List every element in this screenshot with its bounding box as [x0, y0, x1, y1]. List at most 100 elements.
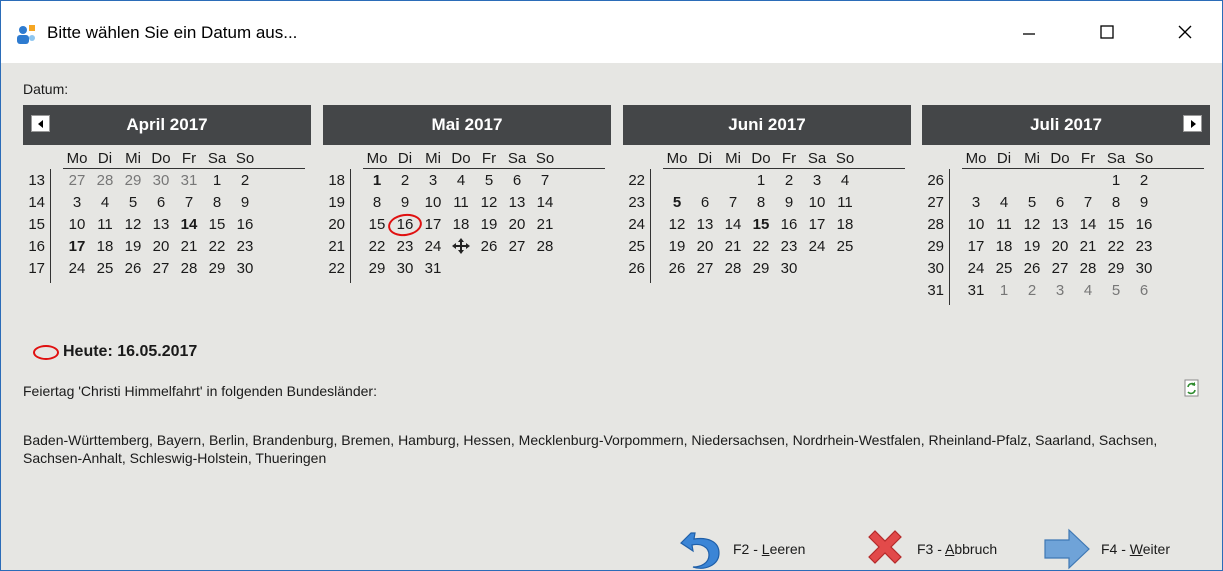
- day-cell[interactable]: 11: [91, 215, 119, 235]
- day-cell[interactable]: 10: [63, 215, 91, 235]
- day-cell[interactable]: 2: [231, 171, 259, 191]
- minimize-button[interactable]: [1006, 1, 1052, 63]
- day-cell[interactable]: 29: [1102, 259, 1130, 279]
- day-cell[interactable]: 12: [119, 215, 147, 235]
- day-cell[interactable]: 22: [363, 237, 391, 257]
- day-cell[interactable]: 14: [719, 215, 747, 235]
- day-cell[interactable]: 1: [363, 171, 391, 191]
- day-cell[interactable]: 31: [175, 171, 203, 191]
- day-cell[interactable]: 9: [775, 193, 803, 213]
- day-cell[interactable]: 26: [1018, 259, 1046, 279]
- day-cell[interactable]: 30: [231, 259, 259, 279]
- day-cell[interactable]: 15: [747, 215, 775, 235]
- day-cell[interactable]: 27: [63, 171, 91, 191]
- day-cell[interactable]: 12: [663, 215, 691, 235]
- day-cell[interactable]: 31: [419, 259, 447, 279]
- day-cell[interactable]: 22: [747, 237, 775, 257]
- day-cell[interactable]: [447, 237, 475, 261]
- day-cell[interactable]: 20: [1046, 237, 1074, 257]
- day-cell[interactable]: 2: [1130, 171, 1158, 191]
- day-cell[interactable]: 16: [231, 215, 259, 235]
- day-cell[interactable]: 19: [1018, 237, 1046, 257]
- day-cell[interactable]: 4: [91, 193, 119, 213]
- day-cell[interactable]: 13: [691, 215, 719, 235]
- day-cell[interactable]: 2: [775, 171, 803, 191]
- day-cell[interactable]: 30: [775, 259, 803, 279]
- day-cell[interactable]: 7: [1074, 193, 1102, 213]
- day-cell[interactable]: 27: [147, 259, 175, 279]
- day-cell[interactable]: 28: [1074, 259, 1102, 279]
- maximize-button[interactable]: [1084, 1, 1130, 63]
- day-cell[interactable]: 25: [990, 259, 1018, 279]
- day-cell[interactable]: 6: [503, 171, 531, 191]
- day-cell[interactable]: 19: [119, 237, 147, 257]
- day-cell[interactable]: 4: [831, 171, 859, 191]
- day-cell[interactable]: 18: [990, 237, 1018, 257]
- day-cell[interactable]: 7: [175, 193, 203, 213]
- day-cell[interactable]: 28: [719, 259, 747, 279]
- day-cell[interactable]: 5: [475, 171, 503, 191]
- day-cell[interactable]: 9: [231, 193, 259, 213]
- day-cell[interactable]: 5: [1102, 281, 1130, 301]
- next-button[interactable]: F4 - Weiter: [1041, 525, 1170, 570]
- day-cell[interactable]: 3: [419, 171, 447, 191]
- day-cell[interactable]: 24: [962, 259, 990, 279]
- day-cell[interactable]: 17: [63, 237, 91, 257]
- day-cell[interactable]: 11: [831, 193, 859, 213]
- day-cell[interactable]: 6: [691, 193, 719, 213]
- day-cell[interactable]: 13: [1046, 215, 1074, 235]
- day-cell[interactable]: 21: [175, 237, 203, 257]
- day-cell[interactable]: 27: [503, 237, 531, 257]
- day-cell[interactable]: 1: [990, 281, 1018, 301]
- day-cell[interactable]: 4: [447, 171, 475, 191]
- day-cell[interactable]: 28: [531, 237, 559, 257]
- day-cell[interactable]: 15: [203, 215, 231, 235]
- day-cell[interactable]: 11: [990, 215, 1018, 235]
- title-bar[interactable]: Bitte wählen Sie ein Datum aus...: [1, 1, 1222, 63]
- day-cell[interactable]: 27: [691, 259, 719, 279]
- day-cell[interactable]: 8: [1102, 193, 1130, 213]
- day-cell[interactable]: 23: [391, 237, 419, 257]
- day-cell[interactable]: 29: [203, 259, 231, 279]
- day-cell-today[interactable]: 16: [386, 211, 424, 239]
- day-cell[interactable]: 12: [1018, 215, 1046, 235]
- day-cell[interactable]: 28: [91, 171, 119, 191]
- day-cell[interactable]: 20: [503, 215, 531, 235]
- day-cell[interactable]: 7: [719, 193, 747, 213]
- day-cell[interactable]: 24: [63, 259, 91, 279]
- day-cell[interactable]: 12: [475, 193, 503, 213]
- day-cell[interactable]: 7: [531, 171, 559, 191]
- day-cell[interactable]: 24: [803, 237, 831, 257]
- day-cell[interactable]: 30: [147, 171, 175, 191]
- day-cell[interactable]: 14: [531, 193, 559, 213]
- day-cell[interactable]: 26: [119, 259, 147, 279]
- day-cell[interactable]: 2: [1018, 281, 1046, 301]
- day-cell[interactable]: 3: [63, 193, 91, 213]
- day-cell[interactable]: 6: [1046, 193, 1074, 213]
- refresh-icon[interactable]: [1184, 379, 1200, 397]
- day-cell[interactable]: 28: [175, 259, 203, 279]
- day-cell[interactable]: 6: [147, 193, 175, 213]
- day-cell[interactable]: 8: [363, 193, 391, 213]
- day-cell[interactable]: 17: [962, 237, 990, 257]
- day-cell[interactable]: 6: [1130, 281, 1158, 301]
- day-cell[interactable]: 18: [91, 237, 119, 257]
- day-cell[interactable]: 10: [803, 193, 831, 213]
- day-cell[interactable]: 10: [962, 215, 990, 235]
- day-cell[interactable]: 15: [1102, 215, 1130, 235]
- day-cell[interactable]: 30: [391, 259, 419, 279]
- day-cell[interactable]: 4: [1074, 281, 1102, 301]
- day-cell[interactable]: 5: [1018, 193, 1046, 213]
- day-cell[interactable]: 23: [1130, 237, 1158, 257]
- cancel-button[interactable]: F3 - Abbruch: [861, 525, 997, 570]
- day-cell[interactable]: 16: [775, 215, 803, 235]
- day-cell[interactable]: 3: [962, 193, 990, 213]
- day-cell[interactable]: 4: [990, 193, 1018, 213]
- day-cell[interactable]: 10: [419, 193, 447, 213]
- day-cell[interactable]: 9: [391, 193, 419, 213]
- day-cell[interactable]: 18: [447, 215, 475, 235]
- day-cell[interactable]: 26: [475, 237, 503, 257]
- day-cell[interactable]: 22: [203, 237, 231, 257]
- day-cell[interactable]: 20: [691, 237, 719, 257]
- today-indicator[interactable]: Heute: 16.05.2017: [33, 343, 197, 361]
